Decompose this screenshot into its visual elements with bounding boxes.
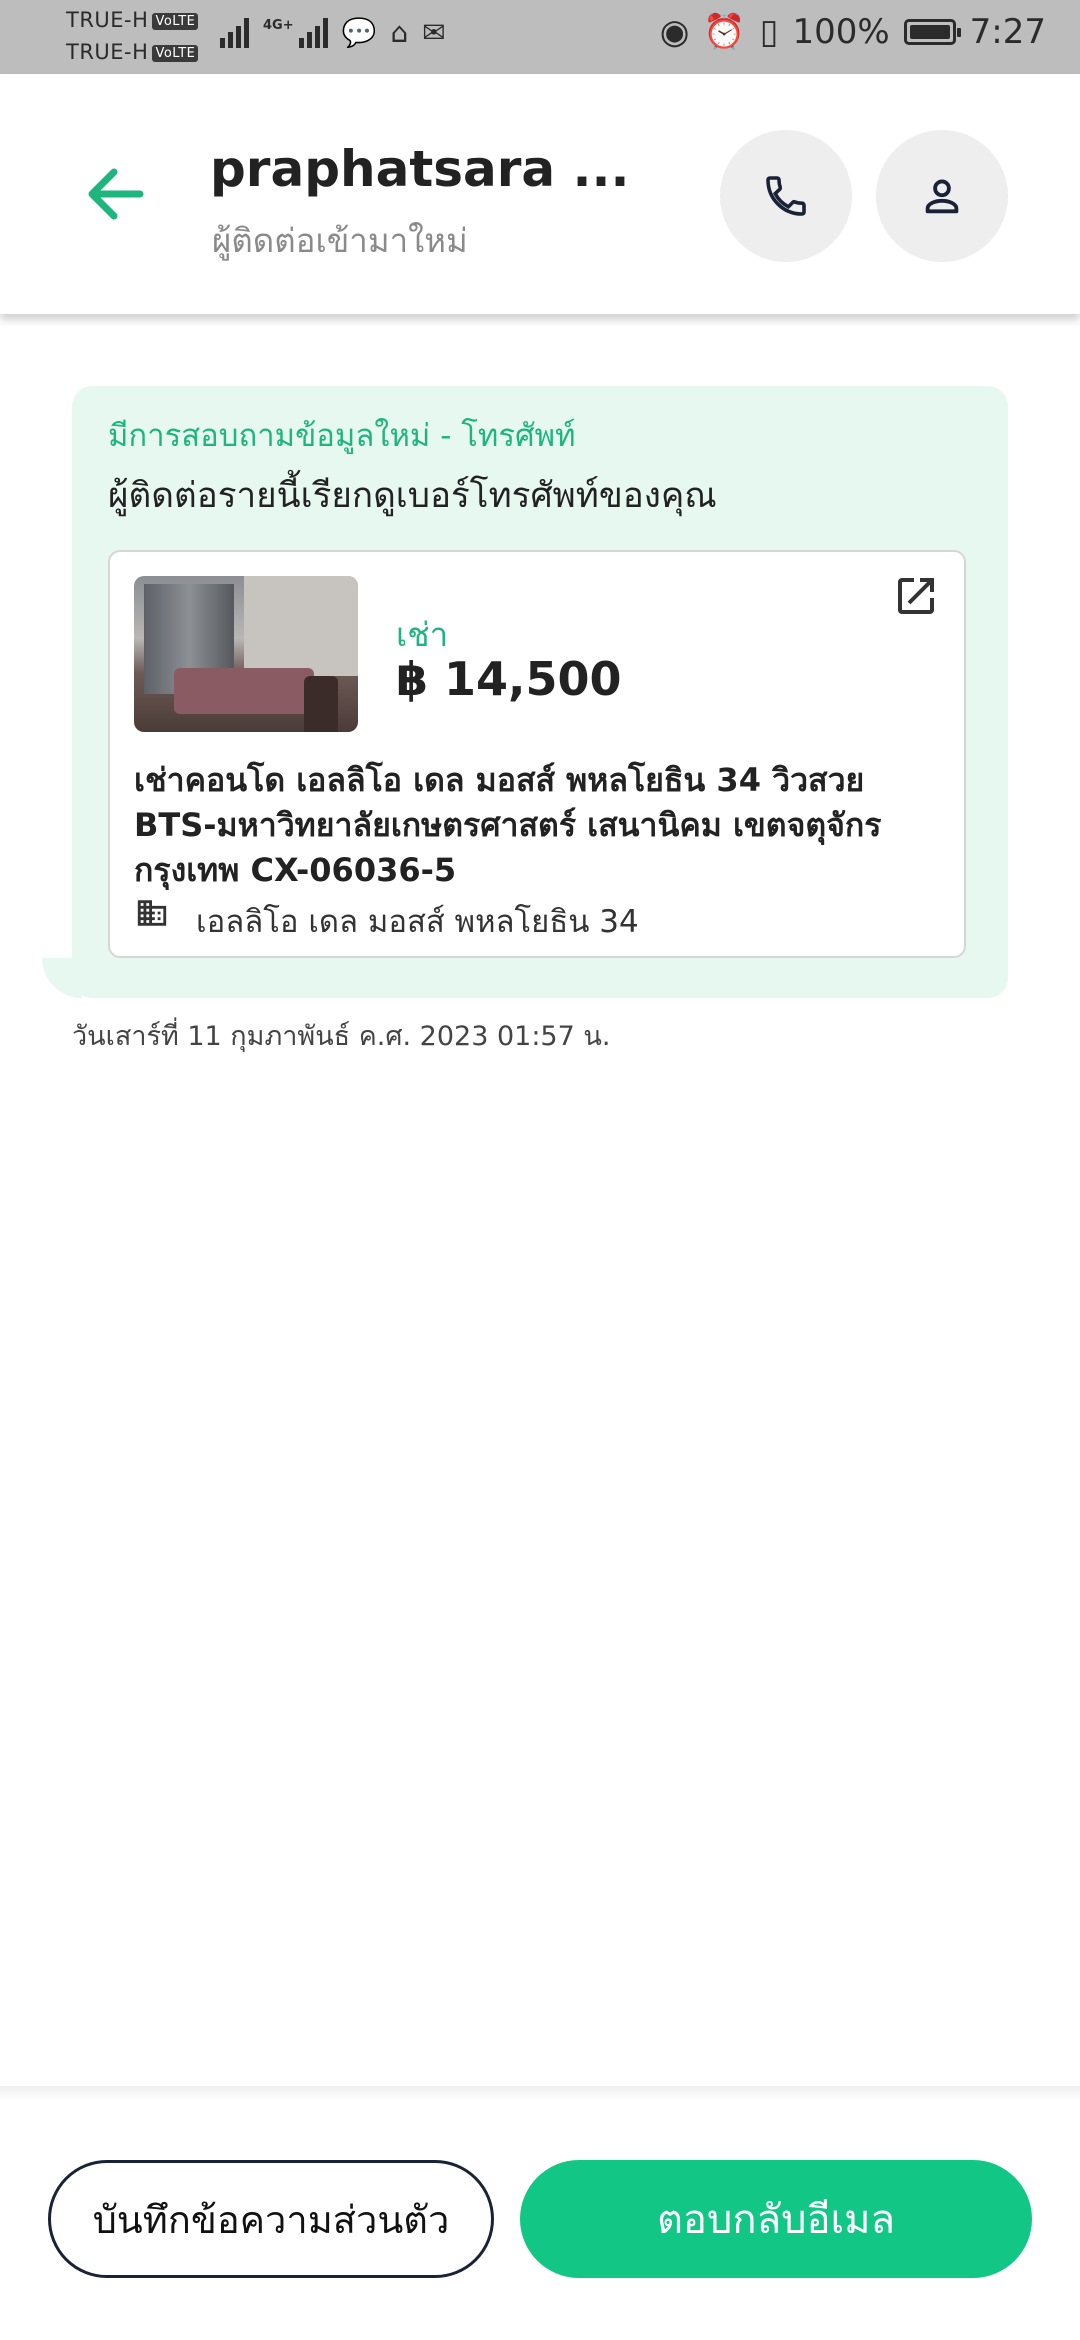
contact-status: ผู้ติดต่อเข้ามาใหม่ xyxy=(212,221,468,260)
bottom-divider xyxy=(0,2086,1080,2102)
volte-badge-2: VoLTE xyxy=(152,45,199,62)
alarm-icon: ⏰ xyxy=(703,12,746,52)
clock: 7:27 xyxy=(969,12,1046,52)
battery-percent: 100% xyxy=(792,12,890,52)
listing-price: ฿ 14,500 xyxy=(396,652,622,706)
carrier-1-label: TRUE-H xyxy=(66,8,149,32)
status-bar: TRUE-H VoLTE TRUE-H VoLTE 4G+ 💬 ⌂ ✉ ◉ ⏰ ▯ … xyxy=(0,0,1080,74)
app-header: praphatsara ... ผู้ติดต่อเข้ามาใหม่ xyxy=(0,74,1080,314)
reply-email-button[interactable]: ตอบกลับอีเมล xyxy=(520,2160,1032,2278)
battery-icon xyxy=(903,19,961,45)
listing-project: เอลลิโอ เดล มอสส์ พหลโยธิน 34 xyxy=(196,904,639,940)
building-icon xyxy=(137,900,167,926)
open-external-icon[interactable] xyxy=(892,572,940,620)
carrier-2: TRUE-H VoLTE xyxy=(66,40,199,64)
mail-icon: ✉ xyxy=(422,16,446,49)
contact-name: praphatsara ... xyxy=(210,140,630,198)
message-title: มีการสอบถามข้อมูลใหม่ - โทรศัพท์ xyxy=(108,418,576,454)
enquiry-message: มีการสอบถามข้อมูลใหม่ - โทรศัพท์ ผู้ติดต… xyxy=(72,386,1008,998)
status-icons-left: 4G+ 💬 ⌂ ✉ xyxy=(220,18,446,48)
eye-icon: ◉ xyxy=(659,12,690,52)
private-note-button[interactable]: บันทึกข้อความส่วนตัว xyxy=(48,2160,494,2278)
carrier-2-label: TRUE-H xyxy=(66,40,149,64)
carrier-1: TRUE-H VoLTE xyxy=(66,8,199,32)
person-icon xyxy=(925,179,959,214)
status-icons-right: ◉ ⏰ ▯ 100% 7:27 xyxy=(660,12,1046,52)
message-body: ผู้ติดต่อรายนี้เรียกดูเบอร์โทรศัพท์ของคุ… xyxy=(108,476,717,516)
back-arrow-icon[interactable] xyxy=(84,164,154,224)
vibrate-icon: ▯ xyxy=(759,12,779,52)
listing-card[interactable]: เช่า ฿ 14,500 เช่าคอนโด เอลลิโอ เดล มอสส… xyxy=(108,550,966,958)
signal-4g-icon: 4G+ xyxy=(263,18,328,48)
listing-photo xyxy=(134,576,358,732)
signal-icon xyxy=(220,18,249,48)
phone-icon xyxy=(766,176,806,216)
network-label: 4G+ xyxy=(263,18,294,33)
call-button[interactable] xyxy=(720,130,852,262)
contact-profile-button[interactable] xyxy=(876,130,1008,262)
volte-badge: VoLTE xyxy=(152,13,199,30)
message-timestamp: วันเสาร์ที่ 11 กุมภาพันธ์ ค.ศ. 2023 01:5… xyxy=(72,1021,611,1052)
home-icon: ⌂ xyxy=(390,16,409,49)
line-icon: 💬 xyxy=(341,16,377,49)
listing-title: เช่าคอนโด เอลลิโอ เดล มอสส์ พหลโยธิน 34 … xyxy=(134,761,882,889)
